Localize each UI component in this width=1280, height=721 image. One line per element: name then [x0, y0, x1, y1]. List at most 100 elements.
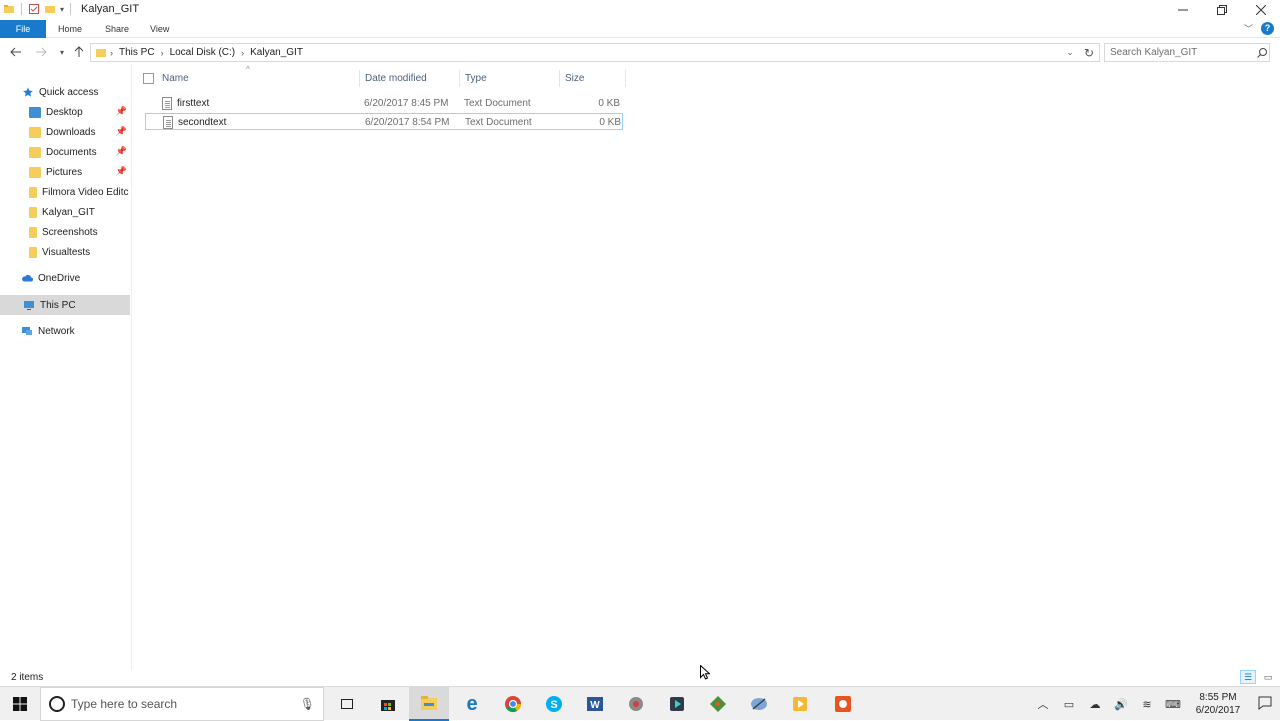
nav-item-downloads[interactable]: Downloads 📌 [0, 122, 130, 142]
nav-item-desktop[interactable]: Desktop 📌 [0, 102, 130, 122]
refresh-icon[interactable]: ↻ [1079, 46, 1099, 60]
nav-item-screenshots[interactable]: Screenshots [0, 222, 130, 242]
breadcrumb-this-pc[interactable]: This PC [119, 47, 155, 58]
properties-icon[interactable] [28, 3, 40, 15]
taskbar-word[interactable]: W [575, 687, 615, 721]
taskbar-edge[interactable]: e [452, 687, 492, 721]
taskbar-skype[interactable]: S [534, 687, 574, 721]
minimize-button[interactable] [1163, 0, 1202, 20]
column-divider[interactable] [559, 70, 560, 87]
column-header-name[interactable]: Name [162, 70, 357, 87]
column-divider[interactable] [359, 70, 360, 87]
desktop-folder-icon [29, 106, 41, 118]
column-header-date[interactable]: Date modified [365, 70, 460, 87]
action-center-icon[interactable] [1250, 696, 1280, 713]
taskbar-store[interactable] [368, 687, 408, 721]
battery-icon[interactable]: ▭ [1056, 698, 1082, 711]
item-count: 2 items [11, 672, 44, 683]
breadcrumb-local-disk[interactable]: Local Disk (C:) [170, 47, 236, 58]
cloud-icon[interactable]: ☁ [1082, 698, 1108, 711]
computer-icon [24, 300, 34, 310]
select-all-checkbox[interactable] [143, 73, 154, 84]
taskbar-chrome[interactable] [493, 687, 533, 721]
address-dropdown-icon[interactable]: ⌄ [1061, 47, 1079, 58]
expand-ribbon-icon[interactable]: ﹀ [1244, 22, 1253, 35]
help-icon[interactable]: ? [1261, 22, 1274, 35]
nav-item-filmora[interactable]: Filmora Video Editc [0, 182, 130, 202]
svg-text:S: S [550, 699, 557, 711]
system-tray: ︿ ▭ ☁ 🔊 ≋ ⌨ 8:55 PM 6/20/2017 [1030, 687, 1280, 721]
new-folder-icon[interactable] [44, 3, 56, 15]
file-row-secondtext[interactable]: secondtext 6/20/2017 8:54 PM Text Docume… [145, 113, 623, 130]
file-row-firsttext[interactable]: firsttext 6/20/2017 8:45 PM Text Documen… [145, 95, 623, 112]
nav-item-kalyan-git[interactable]: Kalyan_GIT [0, 202, 130, 222]
cortana-icon [49, 696, 65, 712]
chevron-right-icon[interactable]: › [241, 48, 244, 58]
pin-icon[interactable]: 📌 [116, 166, 127, 177]
keyboard-icon[interactable]: ⌨ [1160, 698, 1186, 711]
quick-access-toolbar: ▾ [3, 3, 73, 15]
tab-view[interactable]: View [150, 20, 169, 38]
skype-icon: S [546, 696, 562, 712]
window-title: Kalyan_GIT [81, 3, 140, 15]
breadcrumb-kalyan-git[interactable]: Kalyan_GIT [250, 47, 303, 58]
chevron-right-icon[interactable]: › [161, 48, 164, 58]
column-header-size[interactable]: Size [565, 70, 625, 87]
back-button[interactable] [9, 45, 23, 59]
taskbar-search[interactable]: Type here to search 🎙 [40, 687, 324, 721]
minimize-icon [1177, 9, 1188, 11]
restore-button[interactable] [1202, 0, 1241, 20]
tab-file[interactable]: File [0, 20, 46, 38]
chevron-right-icon: › [110, 47, 113, 58]
star-icon [23, 86, 33, 97]
details-view-button[interactable]: ☰ [1240, 670, 1256, 684]
nav-onedrive[interactable]: OneDrive [0, 268, 130, 288]
taskbar-file-explorer[interactable] [409, 687, 449, 721]
taskbar-media[interactable] [780, 687, 820, 721]
taskbar-recorder[interactable] [823, 687, 863, 721]
address-field[interactable]: › This PC › Local Disk (C:) › Kalyan_GIT… [90, 43, 1100, 62]
nav-item-documents[interactable]: Documents 📌 [0, 142, 130, 162]
search-placeholder: Search Kalyan_GIT [1110, 47, 1198, 58]
forward-button[interactable] [34, 45, 48, 59]
column-divider[interactable] [625, 70, 626, 87]
file-type: Text Document [464, 98, 531, 109]
task-view-button[interactable] [327, 687, 367, 721]
forward-arrow-icon [36, 47, 47, 57]
microphone-icon[interactable]: 🎙 [300, 697, 315, 711]
nav-item-pictures[interactable]: Pictures 📌 [0, 162, 130, 182]
column-divider[interactable] [459, 70, 460, 87]
taskbar-filmora[interactable] [657, 687, 697, 721]
search-icon[interactable] [1255, 47, 1269, 59]
nav-item-visualtests[interactable]: Visualtests [0, 242, 130, 262]
taskbar-git[interactable] [698, 687, 738, 721]
nav-network[interactable]: Network [0, 321, 130, 341]
volume-icon[interactable]: 🔊 [1108, 698, 1134, 711]
nav-label: Network [38, 325, 75, 337]
pin-icon[interactable]: 📌 [116, 106, 127, 117]
svg-text:W: W [590, 700, 600, 711]
close-button[interactable] [1241, 0, 1280, 20]
column-header-type[interactable]: Type [465, 70, 560, 87]
recent-locations-button[interactable]: ▾ [55, 45, 69, 59]
search-box[interactable]: Search Kalyan_GIT [1104, 43, 1270, 62]
edge-icon: e [466, 692, 478, 715]
clock[interactable]: 8:55 PM 6/20/2017 [1186, 691, 1250, 717]
pin-icon[interactable]: 📌 [116, 146, 127, 157]
customize-qat-icon[interactable]: ▾ [60, 5, 64, 14]
large-icons-view-button[interactable]: ▭ [1260, 670, 1276, 684]
ribbon: File Home Share View ﹀ ? [0, 20, 1280, 38]
taskbar-app2[interactable] [739, 687, 779, 721]
show-hidden-icons-icon[interactable]: ︿ [1030, 696, 1056, 712]
nav-this-pc[interactable]: This PC [0, 295, 130, 315]
pin-icon[interactable]: 📌 [116, 126, 127, 137]
start-button[interactable] [0, 687, 40, 721]
wifi-icon[interactable]: ≋ [1134, 698, 1160, 711]
file-date: 6/20/2017 8:54 PM [365, 117, 450, 128]
taskbar-app[interactable] [616, 687, 656, 721]
tab-home[interactable]: Home [58, 20, 82, 38]
tab-share[interactable]: Share [105, 20, 129, 38]
up-button[interactable] [72, 45, 86, 59]
file-explorer-icon [421, 696, 437, 710]
nav-quick-access[interactable]: Quick access [0, 82, 130, 102]
